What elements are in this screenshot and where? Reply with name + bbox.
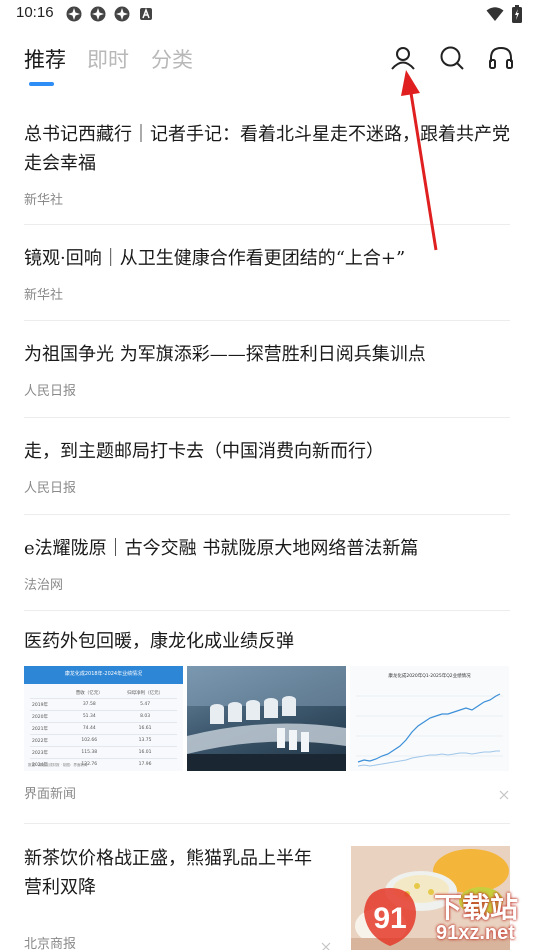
- tab-recommend[interactable]: 推荐: [24, 44, 66, 74]
- watermark-url: 91xz.net: [436, 922, 515, 944]
- news-title: 医药外包回暖，康龙化成业绩反弹: [24, 631, 294, 652]
- active-tab-indicator: [29, 82, 54, 86]
- thumb-table-cell: 74.44: [82, 726, 96, 731]
- thumb-table-cell: 115.38: [81, 750, 98, 755]
- news-item[interactable]: 镜观·回响｜从卫生健康合作看更团结的“上合+” 新华社: [24, 225, 510, 321]
- app-notification-icon: [66, 6, 82, 22]
- news-image-row: 康龙化成2018年-2024年业绩情况 营收（亿元） 归母净利（亿元） 2019年…: [24, 666, 510, 771]
- news-source: 界面新闻: [24, 787, 77, 802]
- close-icon[interactable]: [320, 941, 332, 950]
- thumb-table-cell: 2019年: [32, 702, 48, 708]
- news-title: 新茶饮价格战正盛，熊猫乳品上半年营利双降: [24, 848, 312, 898]
- thumb-table-cell: 16.01: [138, 750, 152, 755]
- status-time: 10:16: [16, 4, 54, 21]
- news-source: 人民日报: [24, 384, 77, 399]
- news-item[interactable]: 为祖国争光 为军旗添彩——探营胜利日阅兵集训点 人民日报: [24, 321, 510, 418]
- watermark-text: 下载站: [434, 891, 519, 924]
- news-source: 新华社: [24, 193, 64, 208]
- news-thumbnail-table: 康龙化成2018年-2024年业绩情况 营收（亿元） 归母净利（亿元） 2019年…: [24, 666, 183, 771]
- thumb-table-title: 康龙化成2018年-2024年业绩情况: [64, 671, 143, 677]
- news-title: 走，到主题邮局打卡去（中国消费向新而行）: [24, 441, 384, 462]
- user-icon[interactable]: [389, 44, 417, 72]
- search-icon[interactable]: [438, 44, 466, 72]
- thumb-table-cell: 16.61: [138, 726, 152, 731]
- status-bar: 10:16: [0, 0, 534, 28]
- factory-photo-illustration: [187, 666, 346, 771]
- thumb-table-cell: 2020年: [32, 714, 48, 720]
- headphones-icon[interactable]: [487, 44, 515, 72]
- thumb-table-cell: 17.96: [138, 762, 152, 767]
- close-icon[interactable]: [498, 789, 510, 801]
- thumb-table-cell: 37.58: [82, 702, 96, 707]
- news-title: 镜观·回响｜从卫生健康合作看更团结的“上合+”: [24, 248, 406, 269]
- news-feed: 总书记西藏行｜记者手记：看着北斗星走不迷路，跟着共产党走会幸福 新华社 镜观·回…: [0, 108, 534, 950]
- news-title: 为祖国争光 为军旗添彩——探营胜利日阅兵集训点: [24, 344, 426, 365]
- thumb-table-header: 营收（亿元）: [75, 691, 103, 696]
- app-notification-icon: [114, 6, 130, 22]
- wifi-icon: [486, 7, 504, 21]
- battery-icon: [512, 5, 522, 23]
- news-thumbnail-photo: [187, 666, 346, 771]
- thumb-table-cell: 2023年: [32, 750, 48, 756]
- line-chart-illustration: [356, 693, 503, 767]
- news-source: 新华社: [24, 288, 64, 303]
- notification-icons: [66, 6, 154, 22]
- thumb-table: 营收（亿元） 归母净利（亿元） 2019年 37.58 5.47 2020年 51.34…: [30, 688, 177, 770]
- thumb-table-cell: 5.47: [140, 702, 151, 707]
- thumb-table-cell: 51.34: [82, 714, 96, 719]
- news-source: 法治网: [24, 578, 64, 593]
- thumb-table-cell: 8.03: [140, 714, 151, 719]
- watermark: 91 下载站 91xz.net: [360, 884, 534, 950]
- svg-text:91: 91: [373, 902, 406, 935]
- news-item[interactable]: 医药外包回暖，康龙化成业绩反弹 康龙化成2018年-2024年业绩情况 营收（亿…: [24, 611, 510, 824]
- thumb-table-note: 数据：康龙化成财报 · 制图：界面新闻: [28, 763, 88, 767]
- news-title: e法耀陇原｜古今交融 书就陇原大地网络普法新篇: [24, 538, 419, 559]
- thumb-table-header: 归母净利（亿元）: [127, 691, 164, 696]
- thumb-table-cell: 102.66: [81, 738, 98, 743]
- tab-category[interactable]: 分类: [151, 44, 193, 74]
- system-icons: [486, 5, 522, 23]
- tab-instant[interactable]: 即时: [87, 44, 129, 74]
- thumb-table-cell: 2022年: [32, 738, 48, 744]
- thumb-chart-title: 康龙化成2020年Q1-2025年Q2业绩情况: [388, 674, 471, 679]
- thumb-table-cell: 2021年: [32, 726, 48, 732]
- app-notification-icon: [90, 6, 106, 22]
- news-title: 总书记西藏行｜记者手记：看着北斗星走不迷路，跟着共产党走会幸福: [24, 124, 510, 174]
- news-source: 人民日报: [24, 481, 77, 496]
- thumb-table-cell: 13.75: [138, 738, 152, 743]
- top-navigation: 推荐 即时 分类: [0, 40, 534, 90]
- watermark-logo: 91: [364, 888, 416, 946]
- font-notification-icon: [140, 7, 152, 20]
- news-item[interactable]: e法耀陇原｜古今交融 书就陇原大地网络普法新篇 法治网: [24, 515, 510, 611]
- news-item[interactable]: 走，到主题邮局打卡去（中国消费向新而行） 人民日报: [24, 418, 510, 515]
- news-thumbnail-chart: 康龙化成2020年Q1-2025年Q2业绩情况: [350, 666, 509, 771]
- news-item[interactable]: 总书记西藏行｜记者手记：看着北斗星走不迷路，跟着共产党走会幸福 新华社: [24, 108, 510, 225]
